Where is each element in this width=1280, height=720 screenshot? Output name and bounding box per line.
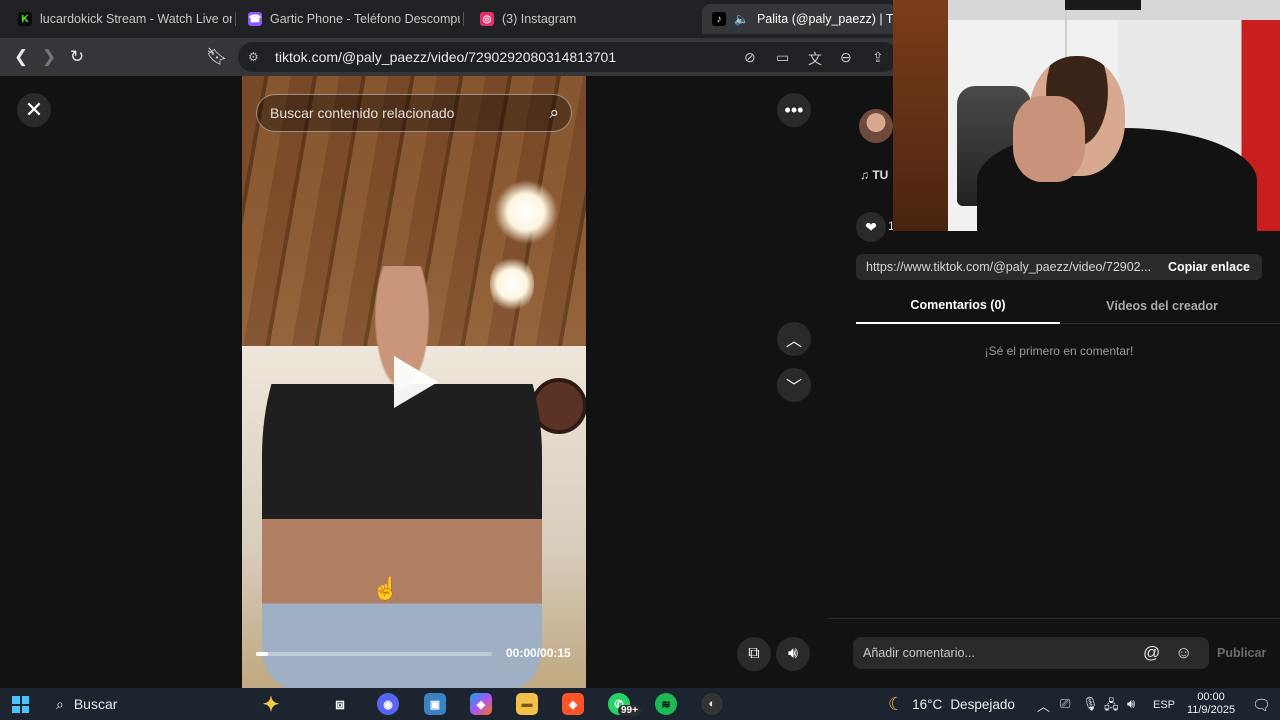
clock-date: 11/9/2025 — [1186, 704, 1236, 716]
obs-icon[interactable]: ◐ — [701, 693, 723, 715]
mention-icon[interactable]: @ — [1143, 643, 1160, 663]
tab-title: (3) Instagram — [502, 12, 577, 26]
webcam-person-hand — [1013, 96, 1085, 182]
volume-icon[interactable]: 🔊︎ — [776, 637, 810, 671]
timecode: 00:00/00:15 — [506, 646, 571, 660]
url-field[interactable]: ⚙ tiktok.com/@paly_paezz/video/729029208… — [238, 42, 898, 72]
tab-comments[interactable]: Comentarios (0) — [856, 288, 1060, 324]
chevron-up-icon[interactable]: ︿ — [1037, 696, 1050, 715]
webcam-overlay — [893, 0, 1280, 231]
comment-placeholder: Añadir comentario... — [863, 646, 975, 660]
comment-input[interactable]: Añadir comentario... @ ☺ — [853, 637, 1209, 669]
avatar[interactable] — [859, 109, 893, 143]
tab-creator-videos[interactable]: Vídeos del creador — [1060, 288, 1264, 324]
heart-icon[interactable]: ❤ — [856, 212, 886, 242]
spotify-icon[interactable]: ≋ — [655, 693, 677, 715]
volume-icon[interactable]: 🔊︎ — [1127, 696, 1135, 712]
taskbar-search-label: Buscar — [73, 696, 118, 712]
zoom-icon[interactable]: ⊖ — [840, 49, 852, 66]
network-icon[interactable]: 🖧︎ — [1104, 696, 1119, 718]
next-video-icon[interactable]: ﹀ — [777, 368, 811, 402]
reload-icon[interactable]: ↻ — [66, 46, 88, 68]
webcam-speaker — [1065, 0, 1141, 10]
progress-fill — [256, 652, 268, 656]
close-icon[interactable]: ✕ — [17, 93, 51, 127]
url-text: tiktok.com/@paly_paezz/video/72902920803… — [275, 49, 617, 65]
clock[interactable]: 00:00 11/9/2025 — [1180, 691, 1242, 717]
video-scene-lamp — [494, 180, 558, 244]
tiktok-video-viewer: ✕ Buscar contenido relacionado ⌕ ☝ 00:00… — [0, 0, 1280, 688]
game-app-icon[interactable]: ▣ — [424, 693, 446, 715]
tab-tiktok-active[interactable]: ♪ 🔈 Palita (@paly_paezz) | TikTok — [702, 4, 896, 34]
share-link-bar: https://www.tiktok.com/@paly_paezz/video… — [856, 254, 1262, 280]
discord-icon[interactable]: ◉ — [377, 693, 399, 715]
tracking-off-icon[interactable]: ⊘ — [744, 49, 756, 66]
music-label[interactable]: ♫ TU — [860, 168, 888, 182]
weather-desc: Despejado — [950, 696, 1015, 712]
forward-icon[interactable]: ❯ — [38, 46, 60, 68]
windows-start-icon[interactable] — [12, 696, 29, 713]
copilot-sparkle-icon[interactable]: ✦ — [260, 693, 282, 716]
related-search-placeholder: Buscar contenido relacionado — [270, 105, 455, 121]
hand-cursor-icon: ☝ — [372, 576, 400, 601]
instagram-icon: ◎ — [480, 12, 494, 26]
weather-temp: 16°C — [912, 696, 943, 712]
translate-icon[interactable]: 文 — [808, 49, 822, 69]
copy-link-button[interactable]: Copiar enlace — [1160, 260, 1250, 274]
progress-bar[interactable] — [256, 652, 492, 656]
tab-title: lucardokick Stream - Watch Live on K — [40, 12, 232, 26]
notifications-icon[interactable]: 🗨︎ — [1252, 696, 1271, 714]
play-icon[interactable] — [394, 356, 438, 408]
tab-gartic[interactable]: ☎ Gartic Phone - Teléfono Descompues — [238, 4, 460, 34]
search-icon[interactable]: ⌕ — [549, 103, 559, 123]
publish-button[interactable]: Publicar — [1217, 646, 1266, 660]
emoji-icon[interactable]: ☺ — [1175, 643, 1192, 663]
file-explorer-icon[interactable]: ▬ — [516, 693, 538, 715]
taskbar-search[interactable]: ⌕ Buscar — [56, 688, 117, 720]
share-icon[interactable]: ⇪ — [872, 49, 884, 66]
tab-title: Gartic Phone - Teléfono Descompues — [270, 12, 460, 26]
empty-comments-message: ¡Sé el primero en comentar! — [984, 344, 1134, 358]
webcam-door — [893, 0, 948, 231]
tab-divider — [235, 12, 236, 26]
tab-title: Palita (@paly_paezz) | TikTok — [756, 12, 896, 26]
display-icon[interactable]: ⎚ — [1060, 696, 1070, 712]
moon-icon: ☾ — [888, 693, 905, 714]
video-player[interactable]: Buscar contenido relacionado ⌕ ☝ 00:00/0… — [242, 76, 586, 688]
microphone-icon[interactable]: 🎙︎ — [1082, 696, 1099, 712]
more-options-icon[interactable]: ••• — [777, 93, 811, 127]
cast-icon[interactable]: ▭ — [776, 49, 789, 66]
site-settings-icon[interactable]: ⚙ — [248, 50, 259, 64]
previous-video-icon[interactable]: ︿ — [777, 322, 811, 356]
back-icon[interactable]: ❮ — [10, 46, 32, 68]
share-url: https://www.tiktok.com/@paly_paezz/video… — [866, 260, 1152, 274]
mini-player-icon[interactable]: ⧉ — [737, 637, 771, 671]
tab-instagram[interactable]: ◎ (3) Instagram — [470, 4, 694, 34]
divider — [828, 618, 1280, 619]
tab-divider — [463, 12, 464, 26]
speaker-icon: 🔈 — [734, 12, 749, 26]
windows-taskbar: ⌕ Buscar ✦ ⧈ ◉ ▣ ◆ ▬ ◈ ✆ 99+ ≋ ◐ ☾ 16°C … — [0, 688, 1280, 720]
bookmark-icon[interactable]: 🔖︎ — [206, 46, 228, 68]
brave-browser-icon[interactable]: ◈ — [562, 693, 584, 715]
tab-kick[interactable]: K lucardokick Stream - Watch Live on K — [8, 4, 232, 34]
kick-icon: K — [18, 12, 32, 26]
notification-badge: 99+ — [618, 705, 641, 716]
clock-time: 00:00 — [1197, 691, 1225, 703]
search-icon: ⌕ — [56, 695, 64, 712]
gartic-phone-icon: ☎ — [248, 12, 262, 26]
tiktok-icon: ♪ — [712, 12, 726, 26]
copilot-icon[interactable]: ◆ — [470, 693, 492, 715]
weather-widget[interactable]: ☾ 16°C Despejado — [888, 688, 1015, 720]
video-scene-person — [262, 266, 542, 688]
video-scene-lamp — [490, 254, 534, 314]
panel-tabs: Comentarios (0) Vídeos del creador — [856, 288, 1280, 324]
language-indicator[interactable]: ESP — [1153, 699, 1175, 711]
related-search-input[interactable]: Buscar contenido relacionado ⌕ — [256, 94, 572, 132]
task-view-icon[interactable]: ⧈ — [329, 693, 351, 715]
